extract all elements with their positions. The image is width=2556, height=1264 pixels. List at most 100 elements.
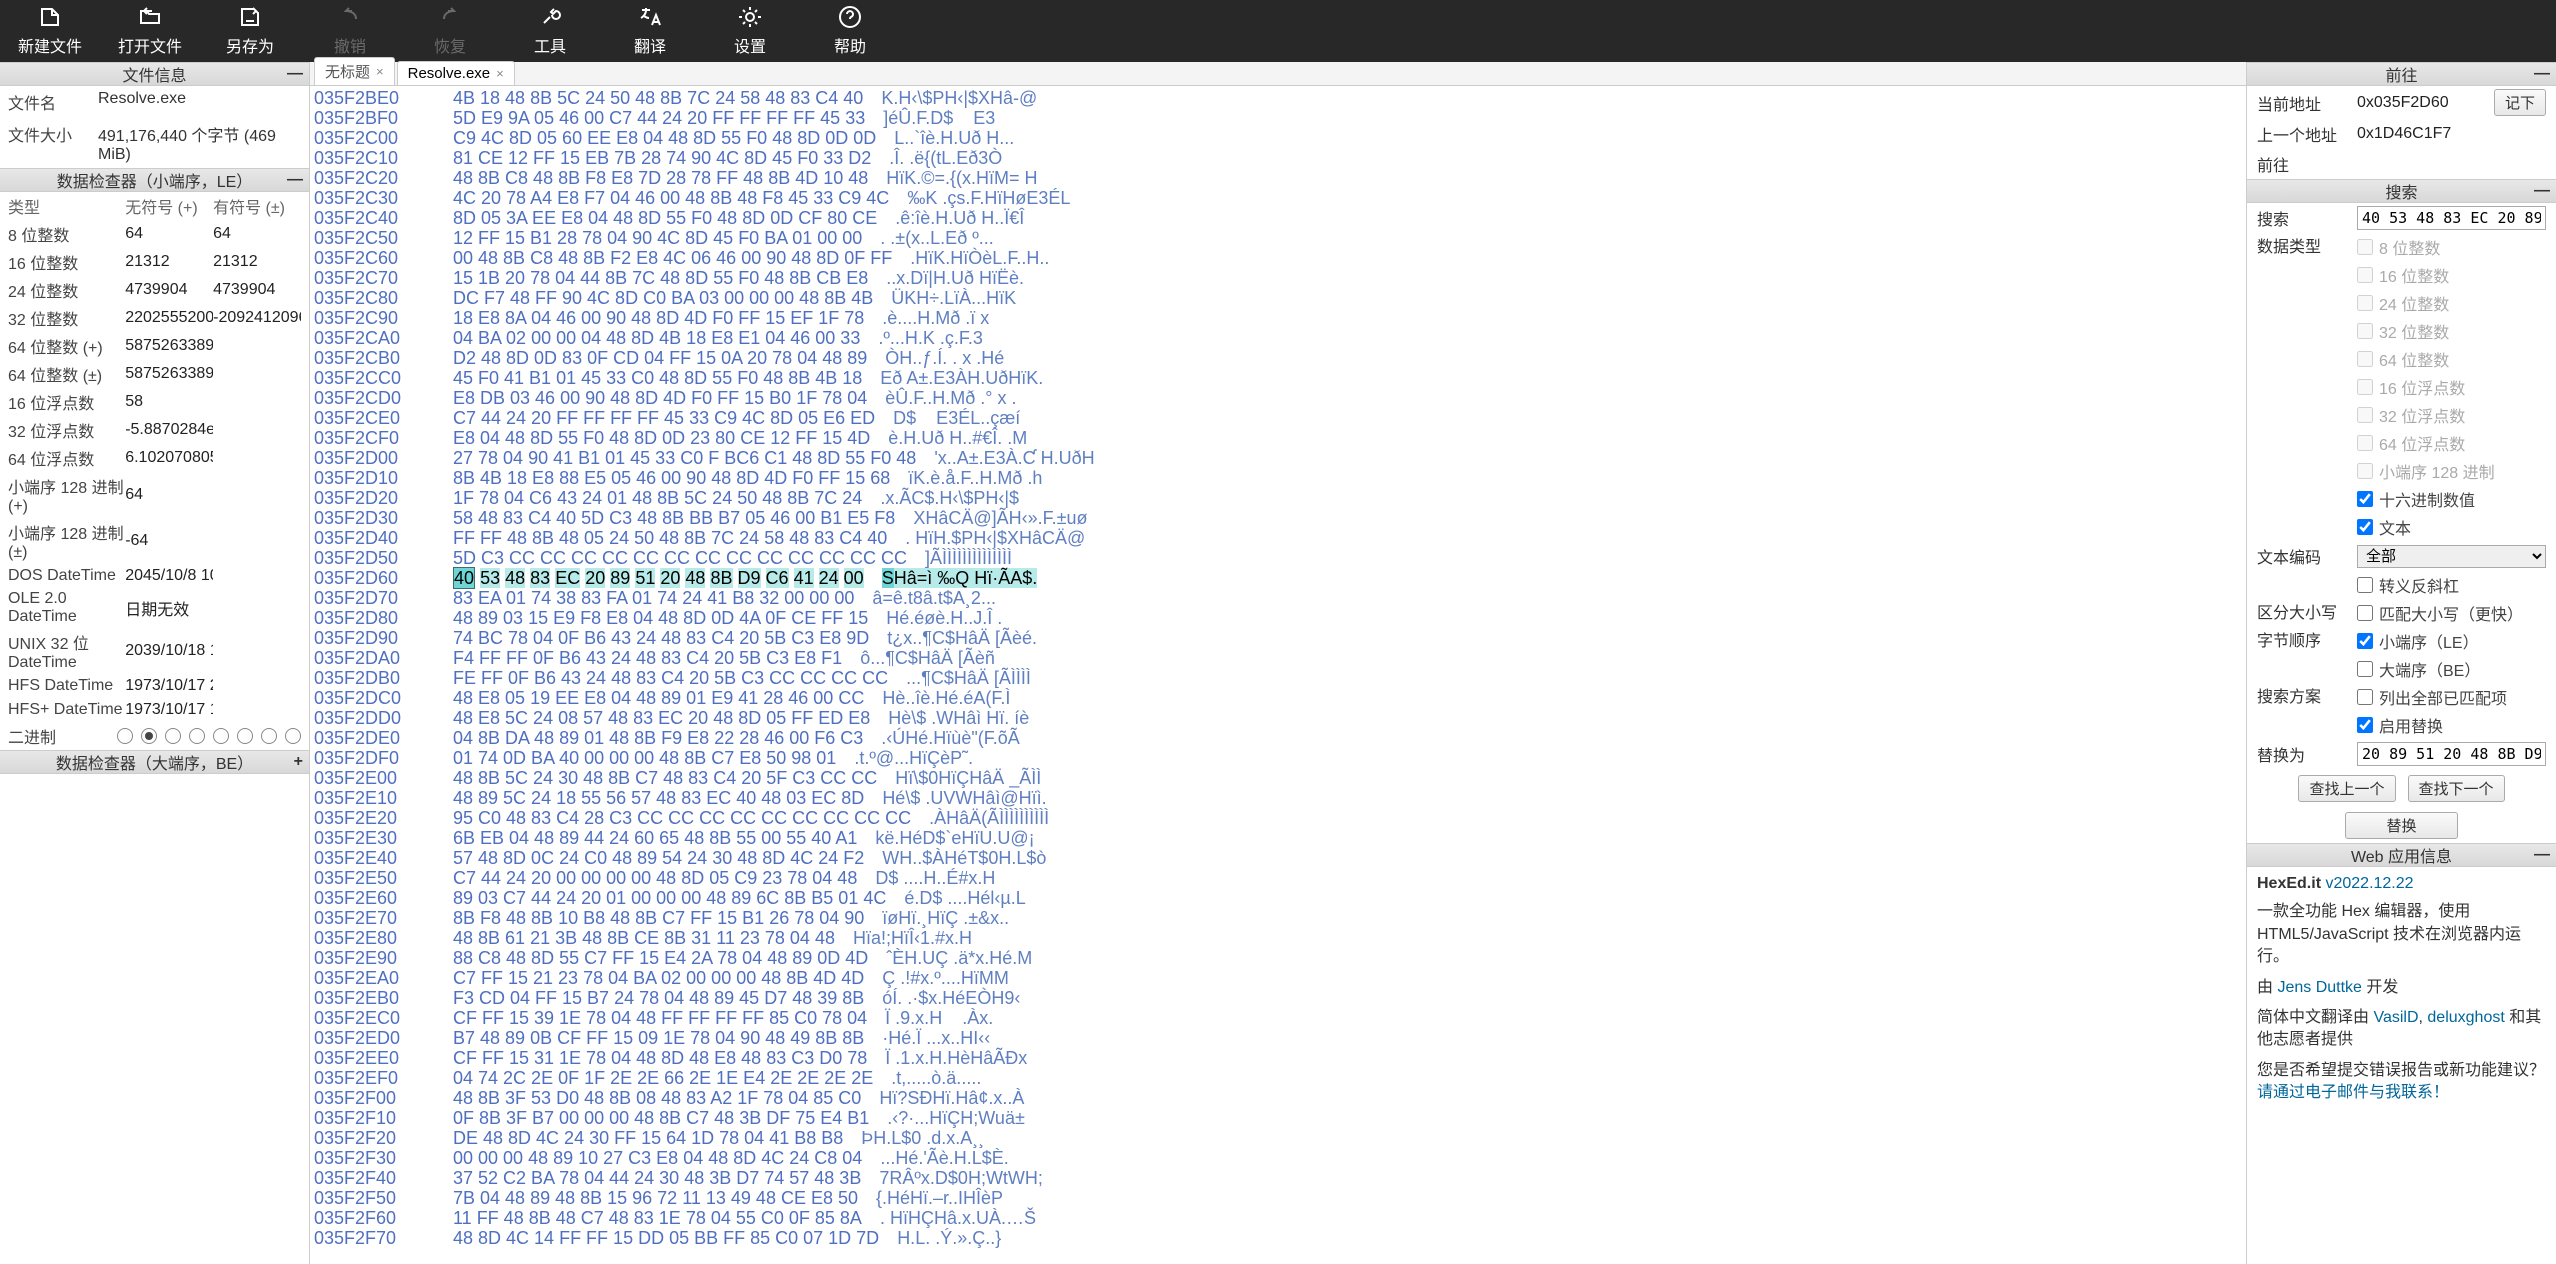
hex-ascii[interactable]: Hé.éøè.H..J.Î . (886, 608, 1002, 628)
hex-row[interactable]: 035F2ED0 B7 48 89 0B CF FF 15 09 1E 78 0… (314, 1028, 2242, 1048)
toolbar-settings[interactable]: 设置 (700, 0, 800, 62)
hex-row[interactable]: 035F2CB0 D2 48 8D 0D 83 0F CD 04 FF 15 0… (314, 348, 2242, 368)
hex-ascii[interactable]: H.L. .Ý.».Ç..} (897, 1228, 1001, 1248)
toolbar-new-file[interactable]: 新建文件 (0, 0, 100, 62)
hex-row[interactable]: 035F2F20 DE 48 8D 4C 24 30 FF 15 64 1D 7… (314, 1128, 2242, 1148)
hex-bytes[interactable]: 48 8B C8 48 8B F8 E8 7D 28 78 FF 48 8B 4… (438, 168, 868, 188)
hex-row[interactable]: 035F2C50 12 FF 15 B1 28 78 04 90 4C 8D 4… (314, 228, 2242, 248)
hex-ascii[interactable]: D$ E3ÉL..çæí (893, 408, 1020, 428)
hex-bytes[interactable]: 01 74 0D BA 40 00 00 00 48 8B C7 E8 50 9… (438, 748, 836, 768)
hex-row[interactable]: 035F2F70 48 8D 4C 14 FF FF 15 DD 05 BB F… (314, 1228, 2242, 1248)
hex-bytes[interactable]: 5D C3 CC CC CC CC CC CC CC CC CC CC CC C… (438, 548, 907, 568)
hex-bytes[interactable]: 04 8B DA 48 89 01 48 8B F9 E8 22 28 46 0… (438, 728, 863, 748)
translator-link-1[interactable]: VasilD (2373, 1009, 2418, 1026)
hex-row[interactable]: 035F2E00 48 8B 5C 24 30 48 8B C7 48 83 C… (314, 768, 2242, 788)
hex-ascii[interactable]: Hè..îè.Hé.éA(F.Ì (882, 688, 1010, 708)
hex-bytes[interactable]: E8 DB 03 46 00 90 48 8D 4D F0 FF 15 B0 1… (438, 388, 867, 408)
hex-bytes[interactable]: 81 CE 12 FF 15 EB 7B 28 74 90 4C 8D 45 F… (438, 148, 871, 168)
hex-ascii[interactable]: óÍ. .·$x.HéEÒH9‹ (882, 988, 1020, 1008)
toolbar-help[interactable]: 帮助 (800, 0, 900, 62)
hex-ascii[interactable]: .è....H.Mð .ï x (882, 308, 989, 328)
byteorder-check[interactable]: 大端序（BE） (2347, 655, 2556, 683)
dtype-check[interactable]: 十六进制数值 (2347, 485, 2556, 513)
hex-bytes[interactable]: 00 00 00 48 89 10 27 C3 E8 04 48 8D 4C 2… (438, 1148, 862, 1168)
version-link[interactable]: v2022.12.22 (2325, 875, 2413, 892)
scheme-check[interactable]: 列出全部已匹配项 (2347, 683, 2556, 711)
hex-row[interactable]: 035F2D90 74 BC 78 04 0F B6 43 24 48 83 C… (314, 628, 2242, 648)
hex-row[interactable]: 035F2EF0 04 74 2C 2E 0F 1F 2E 2E 66 2E 1… (314, 1068, 2242, 1088)
hex-bytes[interactable]: 4B 18 48 8B 5C 24 50 48 8B 7C 24 58 48 8… (438, 88, 863, 108)
hex-view[interactable]: 035F2BE0 4B 18 48 8B 5C 24 50 48 8B 7C 2… (310, 86, 2246, 1264)
toolbar-open-file[interactable]: 打开文件 (100, 0, 200, 62)
hex-ascii[interactable]: .‹ÚHé.Hïùè"(F.õÃ (881, 728, 1019, 748)
hex-ascii[interactable]: â=ê.t8â.t$A¸2... (872, 588, 996, 608)
hex-row[interactable]: 035F2D60 40 53 48 83 EC 20 89 51 20 48 8… (314, 568, 2242, 588)
hex-bytes[interactable]: 15 1B 20 78 04 44 8B 7C 48 8D 55 F0 48 8… (438, 268, 868, 288)
hex-ascii[interactable]: ÒH..ƒ.Í. . x .Hé (885, 348, 1004, 368)
hex-ascii[interactable]: èÛ.F..H.Mð .° x . (885, 388, 1016, 408)
hex-bytes[interactable]: 57 48 8D 0C 24 C0 48 89 54 24 30 48 8D 4… (438, 848, 864, 868)
hex-row[interactable]: 035F2DA0 F4 FF FF 0F B6 43 24 48 83 C4 2… (314, 648, 2242, 668)
hex-bytes[interactable]: 04 BA 02 00 00 04 48 8D 4B 18 E8 E1 04 4… (438, 328, 860, 348)
hex-bytes[interactable]: 18 E8 8A 04 46 00 90 48 8D 4D F0 FF 15 E… (438, 308, 864, 328)
hex-bytes[interactable]: 04 74 2C 2E 0F 1F 2E 2E 66 2E 1E E4 2E 2… (438, 1068, 873, 1088)
collapse-icon[interactable]: — (287, 171, 303, 189)
replace-button[interactable]: 替换 (2345, 812, 2457, 839)
hex-bytes[interactable]: C7 44 24 20 FF FF FF FF 45 33 C9 4C 8D 0… (438, 408, 875, 428)
scheme-check[interactable]: 启用替换 (2347, 711, 2556, 739)
close-icon[interactable]: × (496, 66, 504, 81)
hex-bytes[interactable]: E8 04 48 8D 55 F0 48 8D 0D 23 80 CE 12 F… (438, 428, 870, 448)
hex-ascii[interactable]: Ç .!#x.º....HïMM (882, 968, 1009, 988)
hex-row[interactable]: 035F2C20 48 8B C8 48 8B F8 E8 7D 28 78 F… (314, 168, 2242, 188)
hex-bytes[interactable]: 8D 05 3A EE E8 04 48 8D 55 F0 48 8D 0D C… (438, 208, 877, 228)
toolbar-translate[interactable]: 翻译 (600, 0, 700, 62)
hex-row[interactable]: 035F2EC0 CF FF 15 39 1E 78 04 48 FF FF F… (314, 1008, 2242, 1028)
hex-ascii[interactable]: ]éÛ.F.D$ E3 (883, 108, 995, 128)
hex-bytes[interactable]: 48 89 5C 24 18 55 56 57 48 83 EC 40 48 0… (438, 788, 864, 808)
hex-bytes[interactable]: C7 44 24 20 00 00 00 00 48 8D 05 C9 23 7… (438, 868, 857, 888)
hex-bytes[interactable]: 48 8D 4C 14 FF FF 15 DD 05 BB FF 85 C0 0… (438, 1228, 879, 1248)
hex-ascii[interactable]: .ÀHâÄ(ÃÌÌÌÌÌÌÌÌÌÌ (929, 808, 1049, 828)
hex-row[interactable]: 035F2E50 C7 44 24 20 00 00 00 00 48 8D 0… (314, 868, 2242, 888)
hex-row[interactable]: 035F2C60 00 48 8B C8 48 8B F2 E8 4C 06 4… (314, 248, 2242, 268)
hex-bytes[interactable]: 48 E8 5C 24 08 57 48 83 EC 20 48 8D 05 F… (438, 708, 870, 728)
hex-bytes[interactable]: 89 03 C7 44 24 20 01 00 00 00 48 89 6C 8… (438, 888, 886, 908)
hex-bytes[interactable]: 48 8B 3F 53 D0 48 8B 08 48 83 A2 1F 78 0… (438, 1088, 861, 1108)
close-icon[interactable]: × (376, 64, 384, 79)
hex-row[interactable]: 035F2E80 48 8B 61 21 3B 48 8B CE 8B 31 1… (314, 928, 2242, 948)
hex-row[interactable]: 035F2C30 4C 20 78 A4 E8 F7 04 46 00 48 8… (314, 188, 2242, 208)
hex-row[interactable]: 035F2C40 8D 05 3A EE E8 04 48 8D 55 F0 4… (314, 208, 2242, 228)
case-sensitive-check[interactable]: 匹配大小写（更快） (2347, 599, 2556, 627)
hex-ascii[interactable]: .ê:îè.H.Uð H..Ï€Î (895, 208, 1024, 228)
byteorder-check[interactable]: 小端序（LE） (2347, 627, 2556, 655)
hex-row[interactable]: 035F2D30 58 48 83 C4 40 5D C3 48 8B BB B… (314, 508, 2242, 528)
hex-ascii[interactable]: ]ÃÌÌÌÌÌÌÌÌÌÌÌÌÌÌ (925, 548, 1012, 568)
hex-bytes[interactable]: 88 C8 48 8D 55 C7 FF 15 E4 2A 78 04 48 8… (438, 948, 868, 968)
hex-bytes[interactable]: 48 8B 61 21 3B 48 8B CE 8B 31 11 23 78 0… (438, 928, 835, 948)
hex-row[interactable]: 035F2DE0 04 8B DA 48 89 01 48 8B F9 E8 2… (314, 728, 2242, 748)
contact-link[interactable]: 请通过电子邮件与我联系！ (2257, 1084, 2449, 1101)
hex-bytes[interactable]: FE FF 0F B6 43 24 48 83 C4 20 5B C3 CC C… (438, 668, 888, 688)
hex-row[interactable]: 035F2C90 18 E8 8A 04 46 00 90 48 8D 4D F… (314, 308, 2242, 328)
hex-ascii[interactable]: .t,.....ò.ä..... (891, 1068, 981, 1088)
hex-row[interactable]: 035F2F10 0F 8B 3F B7 00 00 00 48 8B C7 4… (314, 1108, 2242, 1128)
hex-bytes[interactable]: 8B 4B 18 E8 88 E5 05 46 00 90 48 8D 4D F… (438, 468, 890, 488)
hex-row[interactable]: 035F2CC0 45 F0 41 B1 01 45 33 C0 48 8D 5… (314, 368, 2242, 388)
hex-bytes[interactable]: 8B F8 48 8B 10 B8 48 8B C7 FF 15 B1 26 7… (438, 908, 864, 928)
hex-ascii[interactable]: Ï .1.x.H.HèHâÃÐx (885, 1048, 1027, 1068)
hex-row[interactable]: 035F2EB0 F3 CD 04 FF 15 B7 24 78 04 48 8… (314, 988, 2242, 1008)
hex-bytes[interactable]: DC F7 48 FF 90 4C 8D C0 BA 03 00 00 00 4… (438, 288, 873, 308)
hex-row[interactable]: 035F2E20 95 C0 48 83 C4 28 C3 CC CC CC C… (314, 808, 2242, 828)
hex-ascii[interactable]: Eð A±.E3ÀH.UðHïK. (880, 368, 1043, 388)
hex-row[interactable]: 035F2BF0 5D E9 9A 05 46 00 C7 44 24 20 F… (314, 108, 2242, 128)
hex-row[interactable]: 035F2EA0 C7 FF 15 21 23 78 04 BA 02 00 0… (314, 968, 2242, 988)
hex-row[interactable]: 035F2CA0 04 BA 02 00 00 04 48 8D 4B 18 E… (314, 328, 2242, 348)
hex-ascii[interactable]: .‹?·...HïÇH;Wuä± (887, 1108, 1025, 1128)
hex-ascii[interactable]: ‰K .çs.F.HïHøE3ÉL (907, 188, 1070, 208)
hex-bytes[interactable]: 1F 78 04 C6 43 24 01 48 8B 5C 24 50 48 8… (438, 488, 862, 508)
hex-ascii[interactable]: ïøHï.¸HïÇ .±&x.. (882, 908, 1009, 928)
hex-row[interactable]: 035F2D40 FF FF 48 8B 48 05 24 50 48 8B 7… (314, 528, 2242, 548)
hex-ascii[interactable]: .t.º@...HïÇèP˜. (854, 748, 973, 768)
hex-row[interactable]: 035F2CE0 C7 44 24 20 FF FF FF FF 45 33 C… (314, 408, 2242, 428)
hex-row[interactable]: 035F2CF0 E8 04 48 8D 55 F0 48 8D 0D 23 8… (314, 428, 2242, 448)
